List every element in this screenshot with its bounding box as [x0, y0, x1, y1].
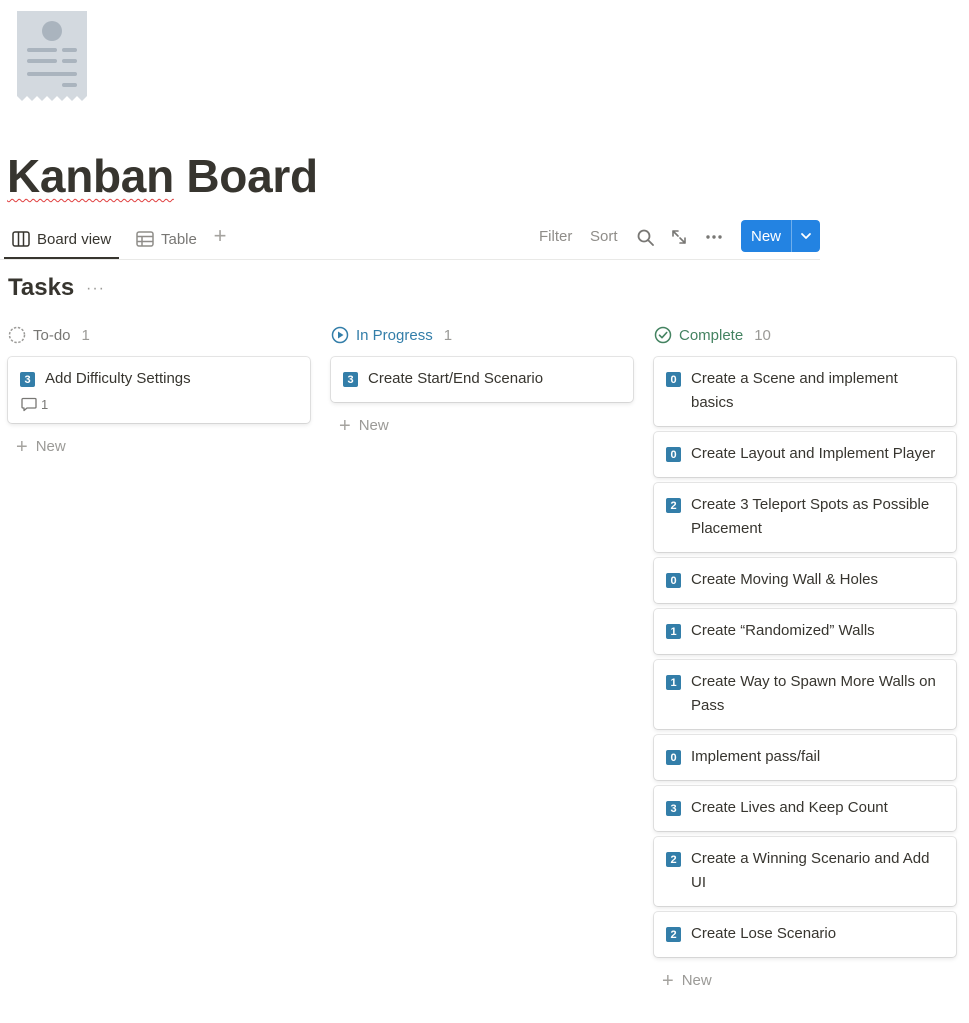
column-name: To-do [33, 326, 71, 344]
task-card[interactable]: 0 Create a Scene and implement basics [654, 357, 956, 426]
view-toolbar: Board view Table + Filter Sort New [0, 220, 820, 260]
add-card-button[interactable]: + New [654, 963, 956, 998]
new-button[interactable]: New [741, 220, 820, 252]
task-card[interactable]: 0 Implement pass/fail [654, 735, 956, 780]
column-header-todo[interactable]: To-do 1 [8, 324, 310, 346]
task-card[interactable]: 0 Create Moving Wall & Holes [654, 558, 956, 603]
tab-table-label: Table [161, 230, 197, 248]
task-card[interactable]: 1 Create “Randomized” Walls [654, 609, 956, 654]
card-number-badge: 1 [666, 675, 681, 690]
task-card[interactable]: 2 Create 3 Teleport Spots as Possible Pla… [654, 483, 956, 552]
column-count: 10 [754, 326, 771, 344]
more-options-icon[interactable] [703, 226, 725, 248]
plus-icon: + [662, 969, 674, 992]
card-number-badge: 0 [666, 372, 681, 387]
task-card[interactable]: 2 Create a Winning Scenario and Add UI [654, 837, 956, 906]
card-title: Implement pass/fail [691, 748, 821, 765]
card-title: Create a Winning Scenario and Add UI [691, 850, 930, 891]
sort-button[interactable]: Sort [590, 228, 618, 246]
task-card[interactable]: 3 Create Lives and Keep Count [654, 786, 956, 831]
card-title: Add Difficulty Settings [45, 370, 191, 387]
column-complete: Complete 10 0 Create a Scene and implemen… [654, 324, 956, 998]
card-title: Create Way to Spawn More Walls on Pass [691, 673, 936, 714]
card-title: Create Layout and Implement Player [691, 445, 936, 462]
column-name: In Progress [356, 326, 433, 344]
add-view-plus-icon[interactable]: + [210, 225, 230, 247]
card-number-badge: 0 [666, 573, 681, 588]
tab-board-view[interactable]: Board view [4, 220, 120, 259]
comment-count[interactable]: 1 [21, 397, 298, 412]
todo-status-icon [8, 326, 26, 344]
filter-button[interactable]: Filter [539, 228, 572, 246]
tab-table[interactable]: Table [134, 220, 199, 258]
table-icon [136, 231, 154, 247]
card-title: Create a Scene and implement basics [691, 370, 898, 411]
chevron-down-icon[interactable] [792, 220, 820, 252]
new-button-label: New [750, 227, 781, 245]
in-progress-status-icon [331, 326, 349, 344]
page-title-word-2: Board [173, 150, 318, 202]
page-icon-receipt[interactable] [16, 11, 88, 101]
column-name: Complete [679, 326, 744, 344]
column-header-complete[interactable]: Complete 10 [654, 324, 956, 346]
card-title: Create “Randomized” Walls [691, 622, 875, 639]
column-todo: To-do 1 3 Add Difficulty Settings 1 + Ne… [8, 324, 310, 464]
task-card[interactable]: 1 Create Way to Spawn More Walls on Pass [654, 660, 956, 729]
card-number-badge: 2 [666, 852, 681, 867]
comment-count-value: 1 [41, 397, 49, 412]
task-card[interactable]: 2 Create Lose Scenario [654, 912, 956, 957]
search-icon[interactable] [634, 226, 656, 248]
database-more-icon[interactable]: ··· [86, 280, 105, 298]
add-card-label: New [358, 417, 389, 434]
add-card-label: New [681, 972, 712, 989]
tab-board-view-label: Board view [37, 230, 112, 248]
card-title: Create Start/End Scenario [368, 370, 544, 387]
comment-icon [21, 397, 37, 412]
card-number-badge: 0 [666, 750, 681, 765]
board-icon [12, 231, 30, 247]
page-title[interactable]: Kanban Board [7, 146, 318, 206]
card-title: Create 3 Teleport Spots as Possible Plac… [691, 496, 930, 537]
column-count: 1 [443, 326, 453, 344]
expand-icon[interactable] [668, 226, 690, 248]
add-card-label: New [35, 438, 66, 455]
task-card[interactable]: 0 Create Layout and Implement Player [654, 432, 956, 477]
add-card-button[interactable]: + New [331, 408, 633, 443]
database-title[interactable]: Tasks [8, 274, 74, 302]
column-count: 1 [81, 326, 90, 344]
card-number-badge: 1 [666, 624, 681, 639]
complete-status-icon [654, 326, 672, 344]
card-title: Create Moving Wall & Holes [691, 571, 879, 588]
add-card-button[interactable]: + New [8, 429, 310, 464]
task-card[interactable]: 3 Add Difficulty Settings 1 [8, 357, 310, 423]
card-title: Create Lives and Keep Count [691, 799, 888, 816]
column-in-progress: In Progress 1 3 Create Start/End Scenari… [331, 324, 633, 443]
card-number-badge: 3 [666, 801, 681, 816]
card-number-badge: 3 [343, 372, 358, 387]
page-title-word-1: Kanban [7, 150, 174, 202]
plus-icon: + [16, 435, 28, 458]
card-number-badge: 0 [666, 447, 681, 462]
task-card[interactable]: 3 Create Start/End Scenario [331, 357, 633, 402]
plus-icon: + [339, 414, 351, 437]
card-title: Create Lose Scenario [691, 925, 837, 942]
card-number-badge: 3 [20, 372, 35, 387]
column-header-in-progress[interactable]: In Progress 1 [331, 324, 633, 346]
card-number-badge: 2 [666, 927, 681, 942]
card-number-badge: 2 [666, 498, 681, 513]
